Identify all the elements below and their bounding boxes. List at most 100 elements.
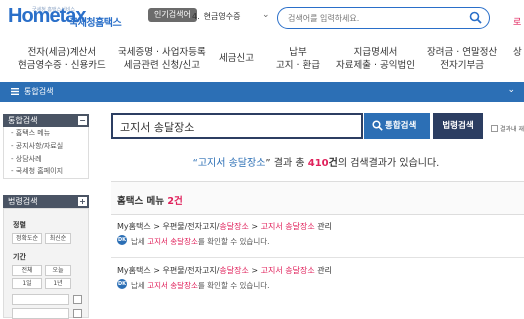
nav-certificates[interactable]: 국세증명 · 사업자등록 세금관련 신청/신고	[118, 47, 206, 72]
result-path-link[interactable]: My홈택스 > 우편물/전자고지/송달장소 > 고지서 송달장소 관리	[117, 221, 332, 232]
path-text: My홈택스 > 우편물/전자고지/	[117, 222, 220, 231]
sidebar-item-consult[interactable]: - 상담사례	[4, 153, 88, 166]
chevron-down-icon[interactable]: ⌄	[262, 10, 270, 20]
summary-tail: 의 검색결과가 있습니다.	[337, 158, 440, 169]
header-search-box	[277, 7, 490, 29]
path-highlight: 송달장소	[219, 222, 249, 231]
nav-e-invoice[interactable]: 전자(세금)계산서 현금영수증 · 신용카드	[18, 47, 106, 72]
nav-sublabel: 현금영수증 · 신용카드	[18, 59, 106, 71]
nav-sublabel: 고지 · 환급	[276, 59, 321, 71]
result-summary: “고지서 송달장소” 결과 총 410건의 검색결과가 있습니다.	[111, 154, 521, 169]
nav-label: 장려금 · 연말정산	[427, 47, 498, 58]
logo-tagline: 국세청 홈택스서비스	[32, 7, 75, 13]
desc-text: 납세	[131, 237, 148, 246]
calendar-icon[interactable]	[73, 309, 82, 318]
chevron-down-icon[interactable]: ⌄	[507, 85, 515, 95]
info-icon: DK	[117, 279, 127, 289]
sort-accuracy-button[interactable]: 정확도순	[12, 233, 42, 244]
sidebar-section-law[interactable]: 법령검색 +	[3, 195, 89, 208]
result-divider	[111, 257, 524, 258]
nav-label: 상	[513, 47, 522, 58]
collapse-icon[interactable]: −	[78, 116, 87, 125]
desc-text: 를 확인할 수 있습니다.	[197, 281, 270, 290]
calendar-icon[interactable]	[73, 295, 82, 304]
period-start-field[interactable]	[12, 294, 69, 305]
sort-latest-button[interactable]: 최신순	[45, 233, 71, 244]
path-text: 관리	[314, 222, 332, 231]
header-search-input[interactable]	[288, 11, 458, 25]
path-separator: >	[248, 266, 261, 275]
popular-rank: 4.	[192, 12, 200, 21]
path-separator: >	[248, 222, 261, 231]
expand-icon[interactable]: +	[78, 197, 87, 206]
path-text: My홈택스 > 우편물/전자고지/	[117, 266, 220, 275]
nav-label: 세금신고	[219, 53, 254, 64]
section-title: 홈택스 메뉴 2건	[117, 193, 183, 207]
section-count: 2건	[167, 196, 183, 207]
nav-sublabel: 세금관련 신청/신고	[123, 59, 200, 71]
nav-label: 전자(세금)계산서	[27, 47, 97, 58]
period-today-button[interactable]: 오늘	[45, 265, 71, 276]
summary-query: 고지서 송달장소	[197, 158, 266, 169]
period-all-button[interactable]: 전체	[12, 265, 42, 276]
path-highlight: 고지서 송달장소	[260, 222, 315, 231]
nav-payment-statements[interactable]: 지급명세서 자료제출 · 공익법인	[336, 47, 415, 72]
law-search-button[interactable]: 법령검색	[433, 113, 483, 139]
result-description: 납세 고지서 송달장소를 확인할 수 있습니다.	[131, 236, 270, 247]
nav-payment[interactable]: 납부 고지 · 환급	[276, 47, 320, 72]
main-search-input[interactable]	[120, 119, 350, 135]
period-1day-button[interactable]: 1일	[12, 278, 42, 289]
result-item: My홈택스 > 우편물/전자고지/송달장소 > 고지서 송달장소 관리 DK 납…	[111, 221, 524, 251]
info-icon: DK	[117, 235, 127, 245]
path-highlight: 고지서 송달장소	[260, 266, 315, 275]
breadcrumb-current: 통합검색	[24, 87, 54, 96]
breadcrumb-bar: 통합검색 ⌄	[0, 82, 524, 102]
sort-title: 정렬	[13, 221, 26, 229]
search-within-checkbox[interactable]	[491, 125, 498, 132]
path-text: 관리	[314, 266, 332, 275]
sidebar-filter-panel: 정렬 정확도순 최신순 기간 전체 오늘 1일 1년	[3, 208, 89, 319]
popular-search-term[interactable]: 4. 현금영수증	[192, 11, 272, 22]
desc-highlight: 고지서 송달장소	[147, 237, 198, 246]
desc-text: 납세	[131, 281, 148, 290]
main-search-box	[111, 113, 363, 139]
nav-more[interactable]: 상	[513, 47, 522, 60]
nav-sublabel: 자료제출 · 공익법인	[336, 59, 415, 71]
nav-label: 국세증명 · 사업자등록	[118, 47, 206, 58]
summary-count: 410	[307, 158, 329, 169]
sidebar-item-notices[interactable]: - 공지사항/자료실	[4, 140, 88, 153]
section-title-label: 홈택스 메뉴	[117, 196, 168, 207]
result-item: My홈택스 > 우편물/전자고지/송달장소 > 고지서 송달장소 관리 DK 납…	[111, 265, 524, 295]
nav-incentives[interactable]: 장려금 · 연말정산 전자기부금	[427, 47, 497, 72]
results-section-header: 홈택스 메뉴 2건	[111, 181, 524, 215]
total-search-button[interactable]: 통합검색	[364, 113, 430, 139]
sidebar-item-nts-home[interactable]: - 국세청 홈페이지	[4, 165, 88, 178]
nav-label: 지급명세서	[353, 47, 398, 58]
search-within-label: 결과내 재검색	[500, 126, 524, 133]
path-highlight: 송달장소	[219, 266, 249, 275]
sidebar-section-total[interactable]: 통합검색 −	[3, 114, 89, 127]
period-end-field[interactable]	[12, 308, 69, 319]
sidebar-section-title: 통합검색	[8, 116, 38, 125]
menu-icon[interactable]	[11, 88, 19, 95]
total-search-label: 통합검색	[385, 121, 417, 131]
desc-text: 를 확인할 수 있습니다.	[197, 237, 270, 246]
header-corner-link[interactable]: 로	[513, 15, 521, 28]
period-title: 기간	[13, 253, 26, 261]
top-navigation: 전자(세금)계산서 현금영수증 · 신용카드 국세증명 · 사업자등록 세금관련…	[0, 40, 524, 78]
desc-highlight: 고지서 송달장소	[147, 281, 198, 290]
nav-label: 납부	[289, 47, 307, 58]
nav-sublabel: 전자기부금	[440, 59, 484, 71]
summary-count-unit: 건	[328, 158, 338, 169]
result-path-link[interactable]: My홈택스 > 우편물/전자고지/송달장소 > 고지서 송달장소 관리	[117, 265, 332, 276]
result-description: 납세 고지서 송달장소를 확인할 수 있습니다.	[131, 280, 270, 291]
logo-org-name: 국세청홈택스	[69, 18, 122, 29]
sidebar-section-title: 법령검색	[8, 197, 38, 206]
period-1year-button[interactable]: 1년	[45, 278, 71, 289]
summary-mid: ” 결과 총	[265, 158, 308, 169]
sidebar-list: - 홈택스 메뉴 - 공지사항/자료실 - 상담사례 - 국세청 홈페이지	[3, 127, 89, 180]
search-icon[interactable]	[469, 11, 482, 24]
nav-tax-filing[interactable]: 세금신고	[219, 53, 254, 66]
sidebar-item-hometax-menu[interactable]: - 홈택스 메뉴	[4, 127, 88, 140]
popular-search-badge: 인기검색어	[148, 8, 197, 22]
